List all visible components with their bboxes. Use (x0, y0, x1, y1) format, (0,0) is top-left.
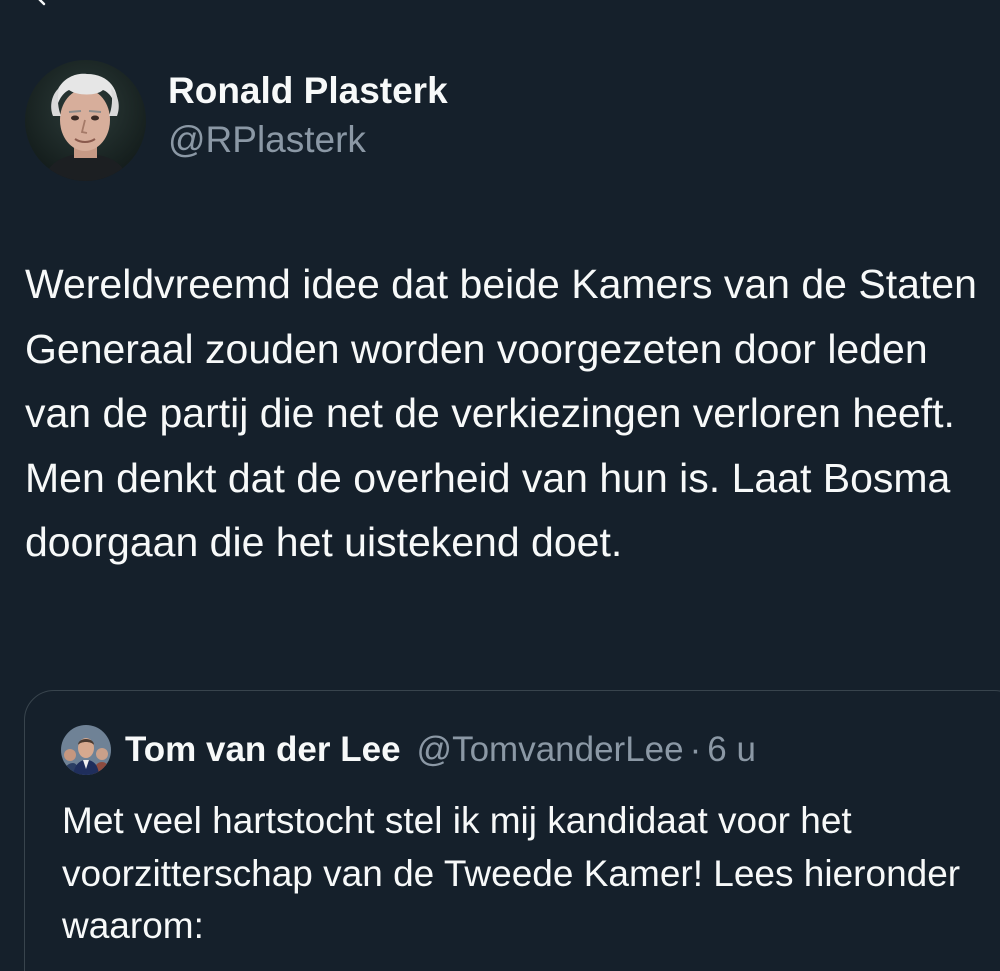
avatar-image (25, 60, 146, 181)
author-info: Ronald Plasterk @RPlasterk (168, 68, 448, 166)
quoted-avatar-image (61, 725, 111, 775)
quoted-author-avatar[interactable] (61, 725, 111, 775)
separator-dot: · (689, 730, 702, 769)
tweet-text: Wereldvreemd idee dat beide Kamers van d… (25, 261, 977, 565)
quoted-timestamp[interactable]: 6 u (707, 730, 756, 770)
tweet-detail-screen: Ronald Plasterk @RPlasterk Wereldvreemd … (0, 0, 1000, 971)
quoted-tweet-card[interactable]: Tom van der Lee @TomvanderLee · 6 u Met … (24, 690, 1000, 971)
quoted-tweet-header: Tom van der Lee @TomvanderLee · 6 u (61, 725, 756, 775)
avatar[interactable] (25, 60, 146, 181)
quoted-author-name[interactable]: Tom van der Lee (125, 730, 401, 770)
quoted-tweet-text: Met veel hartstocht stel ik mij kandidaa… (62, 800, 961, 946)
quoted-author-handle[interactable]: @TomvanderLee (417, 730, 684, 770)
chevron-back-icon[interactable] (30, 0, 50, 6)
author-handle[interactable]: @RPlasterk (168, 114, 448, 166)
tweet-author[interactable]: Ronald Plasterk @RPlasterk (25, 60, 448, 181)
author-display-name[interactable]: Ronald Plasterk (168, 68, 448, 114)
